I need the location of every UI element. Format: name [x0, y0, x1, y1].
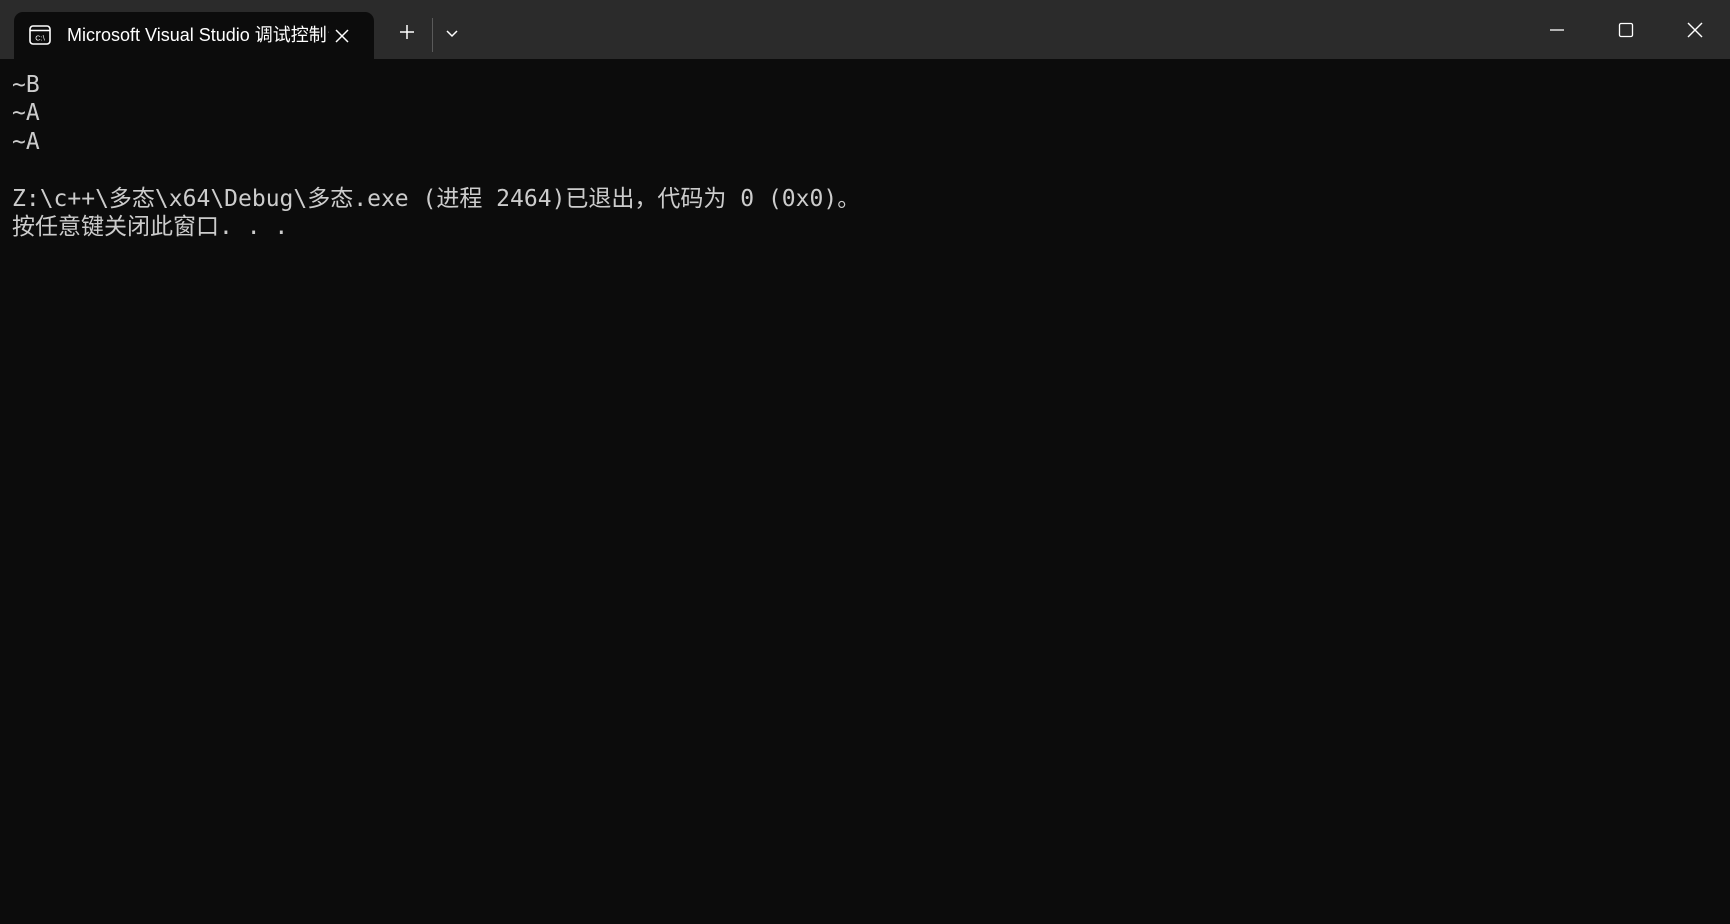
close-icon[interactable]: [1683, 18, 1707, 42]
title-bar[interactable]: C:\ Microsoft Visual Studio 调试控制台: [0, 0, 1730, 59]
console-output[interactable]: ~B ~A ~A Z:\c++\多态\x64\Debug\多态.exe (进程 …: [0, 59, 1730, 924]
console-line: 按任意键关闭此窗口. . .: [12, 213, 289, 240]
close-tab-icon[interactable]: [330, 24, 354, 48]
minimize-icon[interactable]: [1545, 18, 1569, 42]
chevron-down-icon[interactable]: [440, 22, 464, 46]
console-line: Z:\c++\多态\x64\Debug\多态.exe (进程 2464)已退出，…: [12, 185, 861, 212]
maximize-icon[interactable]: [1614, 18, 1638, 42]
console-icon: C:\: [29, 25, 51, 45]
console-line: ~A: [12, 100, 40, 127]
tab-title: Microsoft Visual Studio 调试控制台: [67, 25, 329, 45]
console-line: ~A: [12, 128, 40, 155]
plus-icon[interactable]: [395, 20, 419, 44]
terminal-window: C:\ Microsoft Visual Studio 调试控制台 ~B ~A …: [0, 0, 1730, 924]
console-line: ~B: [12, 72, 40, 98]
svg-text:C:\: C:\: [35, 34, 46, 43]
tab-debug-console[interactable]: C:\ Microsoft Visual Studio 调试控制台: [14, 12, 374, 59]
tab-divider: [432, 18, 433, 52]
